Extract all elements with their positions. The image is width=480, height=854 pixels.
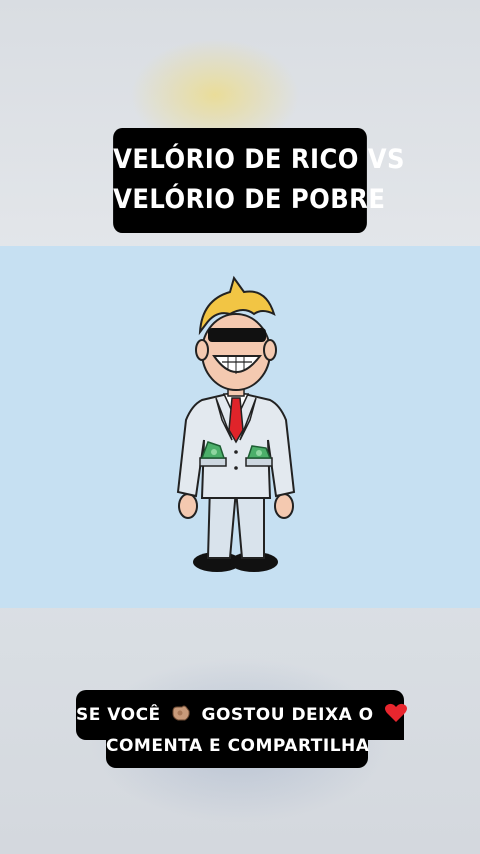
- title-line-1: VELÓRIO DE RICO VS: [113, 144, 405, 175]
- caption-part-2: GOSTOU DEIXA O: [201, 705, 374, 725]
- caption-line-2: COMENTA E COMPARTILHA: [106, 736, 370, 756]
- red-heart-icon: [385, 703, 408, 722]
- pointing-hand-icon: [172, 705, 190, 721]
- video-title-caption: VELÓRIO DE RICO VS VELÓRIO DE POBRE: [113, 128, 405, 233]
- caption-part-1: SE VOCÊ: [76, 705, 161, 725]
- rich-man-cartoon: [176, 275, 296, 572]
- title-line-2: VELÓRIO DE POBRE: [113, 184, 386, 215]
- call-to-action-caption-line-2: COMENTA E COMPARTILHA: [106, 730, 370, 768]
